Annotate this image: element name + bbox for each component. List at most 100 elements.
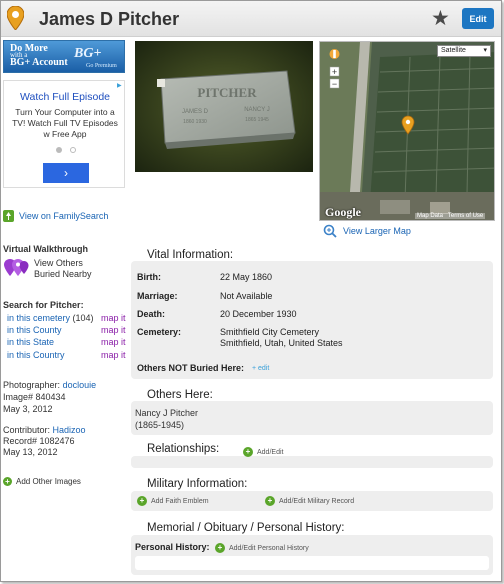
edit-button[interactable]: Edit <box>462 8 494 29</box>
contributor-label: Contributor: <box>3 425 51 435</box>
birth-value: 22 May 1860 <box>220 272 273 282</box>
search-prefix: Search for <box>3 300 48 310</box>
search-row-cemetery[interactable]: in this cemetery (104) <box>7 313 94 323</box>
map-type-label: Satellite <box>441 47 466 54</box>
add-personal-history-label: Add/Edit Personal History <box>229 544 309 552</box>
ad-choices-icon[interactable]: ▶ <box>117 82 122 89</box>
vital-info-panel <box>131 261 493 379</box>
plus-icon: + <box>3 477 12 486</box>
walkthrough-label: Virtual Walkthrough <box>3 244 89 254</box>
svg-text:NANCY J: NANCY J <box>244 107 270 113</box>
add-other-images-button[interactable]: + Add Other Images <box>3 477 81 486</box>
add-personal-history-button[interactable]: + Add/Edit Personal History <box>215 543 309 553</box>
familysearch-link[interactable]: View on FamilySearch <box>3 210 108 222</box>
plus-icon: + <box>137 496 147 506</box>
promo-title: Watch Full Episode <box>19 91 111 103</box>
death-value: 20 December 1930 <box>220 309 297 319</box>
magnifier-icon <box>323 224 337 238</box>
svg-text:1865 1945: 1865 1945 <box>245 117 269 123</box>
map-it-cemetery[interactable]: map it <box>101 313 126 323</box>
others-here-title: Others Here: <box>139 387 221 401</box>
satellite-imagery <box>320 42 494 220</box>
ad-banner-line3: BG+ Account <box>10 57 68 68</box>
svg-text:1860 1930: 1860 1930 <box>183 119 207 125</box>
search-row-country[interactable]: in this Country <box>7 350 65 360</box>
walkthrough-pins-icon[interactable] <box>3 258 31 278</box>
add-military-record-button[interactable]: + Add/Edit Military Record <box>265 496 354 506</box>
plus-icon: + <box>215 543 225 553</box>
search-row-county[interactable]: in this County <box>7 325 62 335</box>
promo-next-button[interactable]: › <box>43 163 89 183</box>
add-faith-emblem-button[interactable]: + Add Faith Emblem <box>137 496 209 506</box>
others-here-name-link[interactable]: Nancy J Pitcher <box>135 408 198 418</box>
military-title: Military Information: <box>139 476 256 490</box>
marriage-value: Not Available <box>220 291 273 301</box>
cemetery-label: Cemetery: <box>137 327 182 337</box>
contributor-line: Contributor: Hadizoo <box>3 425 86 435</box>
photographer-line: Photographer: doclouie <box>3 380 96 390</box>
map-type-select[interactable]: Satellite ▾ <box>437 45 491 57</box>
header-bar: James D Pitcher ★ Edit <box>1 1 501 37</box>
map-it-state[interactable]: map it <box>101 337 126 347</box>
map-zoom-controls[interactable]: + − <box>329 47 340 131</box>
search-for-label: Search for Pitcher: <box>3 300 84 310</box>
search-county-link[interactable]: in this County <box>7 325 62 335</box>
image-number: Image# 840434 <box>3 392 66 402</box>
map-data-link[interactable]: Map Data <box>417 213 443 219</box>
photographer-label: Photographer: <box>3 380 61 390</box>
location-pin-icon <box>7 6 24 30</box>
search-colon: : <box>80 300 84 310</box>
familysearch-link-label: View on FamilySearch <box>19 211 109 221</box>
view-larger-map-label: View Larger Map <box>343 226 411 236</box>
svg-text:PITCHER: PITCHER <box>197 85 257 100</box>
relationships-title: Relationships: <box>139 441 228 455</box>
record-number: Record# 1082476 <box>3 436 75 446</box>
view-others-nearby-link-1[interactable]: View Others <box>34 258 83 268</box>
location-map[interactable]: + − Satellite ▾ Google Map Data Terms of… <box>319 41 495 221</box>
headstone-photo[interactable]: PITCHER JAMES D NANCY J 1860 1930 1865 1… <box>135 41 313 172</box>
headstone-image: PITCHER JAMES D NANCY J 1860 1930 1865 1… <box>135 41 313 172</box>
photographer-name-link[interactable]: doclouie <box>63 380 97 390</box>
record-date: May 13, 2012 <box>3 447 58 457</box>
relationships-panel <box>131 456 493 468</box>
ad-banner-brand: BG+ <box>74 46 102 61</box>
favorite-star-icon[interactable]: ★ <box>431 8 450 29</box>
chevron-down-icon: ▾ <box>483 47 487 54</box>
map-it-county[interactable]: map it <box>101 325 126 335</box>
others-here-panel <box>131 401 493 435</box>
personal-history-label: Personal History: <box>135 542 210 552</box>
view-others-nearby-link-2[interactable]: Buried Nearby <box>34 269 92 279</box>
svg-text:JAMES D: JAMES D <box>182 109 209 115</box>
others-here-years: (1865-1945) <box>135 420 185 430</box>
google-logo: Google <box>325 205 361 219</box>
view-larger-map-link[interactable]: View Larger Map <box>323 224 411 238</box>
page-title: James D Pitcher <box>39 9 180 29</box>
ad-banner-tag: Go Premium <box>86 63 117 69</box>
map-it-country[interactable]: map it <box>101 350 126 360</box>
relationships-add-edit-button[interactable]: + Add/Edit <box>243 447 283 457</box>
svg-text:−: − <box>332 79 337 89</box>
vital-info-title: Vital Information: <box>139 247 242 261</box>
image-date: May 3, 2012 <box>3 404 53 414</box>
carousel-dot-active[interactable] <box>56 147 62 153</box>
carousel-dot[interactable] <box>70 147 76 153</box>
memorial-title: Memorial / Obituary / Personal History: <box>139 520 353 534</box>
birth-label: Birth: <box>137 272 161 282</box>
contributor-name-link[interactable]: Hadizoo <box>53 425 86 435</box>
familysearch-tree-icon <box>3 210 14 222</box>
bg-account-ad[interactable]: Do More with a BG+ Account BG+ Go Premiu… <box>3 40 125 73</box>
add-images-label: Add Other Images <box>16 477 81 486</box>
terms-link[interactable]: Terms of Use <box>448 213 483 219</box>
marriage-label: Marriage: <box>137 291 178 301</box>
search-cemetery-link[interactable]: in this cemetery <box>7 313 70 323</box>
search-country-link[interactable]: in this Country <box>7 350 65 360</box>
tv-promo-ad[interactable]: ▶ Watch Full Episode Turn Your Computer … <box>3 80 125 188</box>
page-frame: James D Pitcher ★ Edit Do More with a BG… <box>0 0 502 582</box>
search-state-link[interactable]: in this State <box>7 337 54 347</box>
map-attribution: Map Data Terms of Use <box>415 213 486 219</box>
others-not-buried-edit-link[interactable]: + edit <box>252 365 269 372</box>
cemetery-name-link[interactable]: Smithfield City Cemetery <box>220 327 319 337</box>
search-row-state[interactable]: in this State <box>7 337 54 347</box>
others-not-buried-label: Others NOT Buried Here: <box>137 363 245 373</box>
plus-icon: + <box>243 447 253 457</box>
